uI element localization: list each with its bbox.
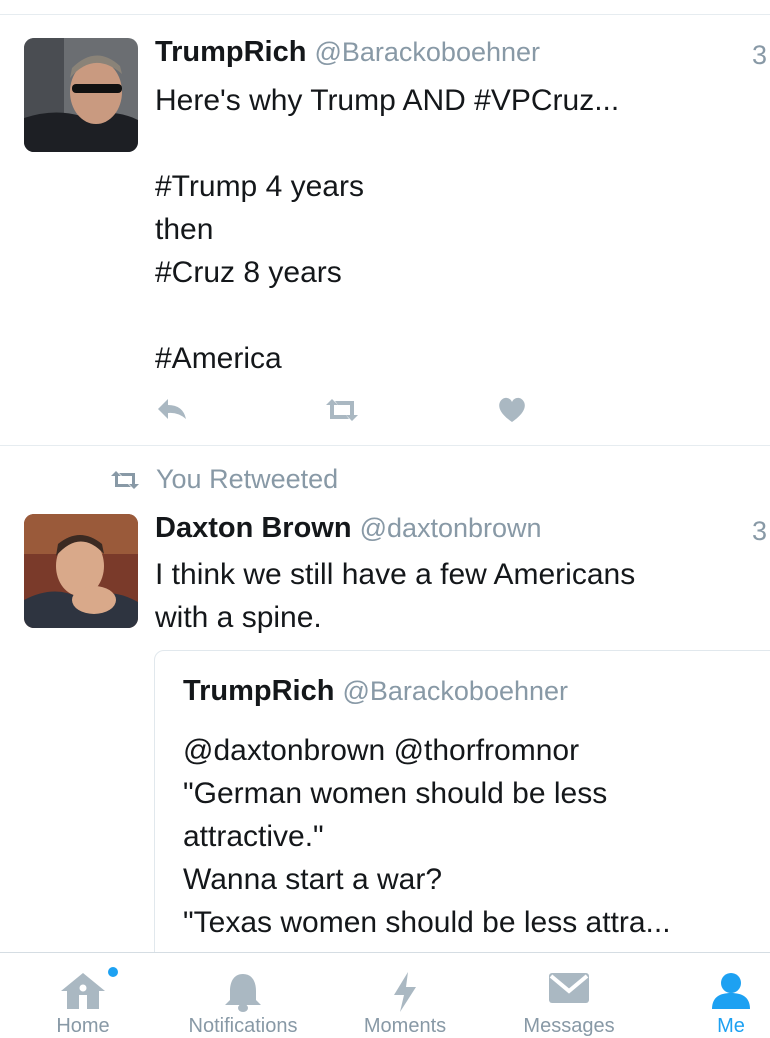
retweet-context-label: You Retweeted (156, 464, 339, 494)
tab-me[interactable]: Me (654, 953, 770, 1037)
like-button[interactable] (492, 394, 532, 426)
tab-label: Me (717, 1015, 745, 1037)
person-icon (712, 973, 750, 1009)
reply-button[interactable] (152, 394, 192, 426)
retweet-icon (326, 399, 358, 421)
tweet-header: Daxton Brown @daxtonbrown (155, 512, 542, 545)
quoted-tweet-header: TrumpRich @Barackoboehner (183, 675, 568, 708)
heart-icon (499, 397, 525, 422)
tab-label: Home (56, 1015, 110, 1037)
tab-home[interactable]: Home (6, 953, 160, 1037)
tweet-text: I think we still have a few Americans wi… (155, 558, 636, 634)
tab-notifications[interactable]: Notifications (166, 953, 320, 1037)
lightning-icon (394, 972, 416, 1012)
retweet-icon (111, 470, 139, 489)
tab-label: Moments (363, 1015, 447, 1037)
quoted-tweet-text: @daxtonbrown @thorfromnor "German women … (183, 734, 671, 939)
reply-icon (158, 399, 186, 419)
avatar[interactable] (24, 38, 138, 152)
tweet-divider (0, 445, 770, 446)
tab-bar: Home Notifications Moments Messages Me (0, 952, 770, 1037)
tab-messages[interactable]: Messages (492, 953, 646, 1037)
retweet-button[interactable] (322, 394, 362, 426)
author-name[interactable]: Daxton Brown (155, 512, 352, 544)
home-icon (61, 973, 105, 1009)
envelope-icon (549, 973, 589, 1003)
bell-icon (225, 974, 261, 1012)
author-handle[interactable]: @daxtonbrown (360, 513, 542, 543)
quoted-tweet[interactable]: TrumpRich @Barackoboehner @daxtonbrown @t… (154, 650, 770, 970)
top-divider (0, 14, 770, 15)
tab-label: Messages (523, 1015, 615, 1037)
quoted-author-name: TrumpRich (183, 675, 335, 707)
notification-dot (108, 967, 118, 977)
retweet-context: You Retweeted (108, 464, 338, 495)
tweet-time: 3 (752, 516, 768, 546)
tweet-time: 3 (752, 40, 768, 70)
quoted-author-handle: @Barackoboehner (342, 676, 569, 706)
tweet-text: Here's why Trump AND #VPCruz... #Trump 4… (155, 84, 620, 375)
avatar[interactable] (24, 514, 138, 628)
author-handle[interactable]: @Barackoboehner (314, 37, 540, 67)
tab-label: Notifications (188, 1015, 298, 1037)
tweet-header: TrumpRich @Barackoboehner (155, 36, 540, 69)
tab-moments[interactable]: Moments (328, 953, 482, 1037)
author-name[interactable]: TrumpRich (155, 36, 306, 68)
